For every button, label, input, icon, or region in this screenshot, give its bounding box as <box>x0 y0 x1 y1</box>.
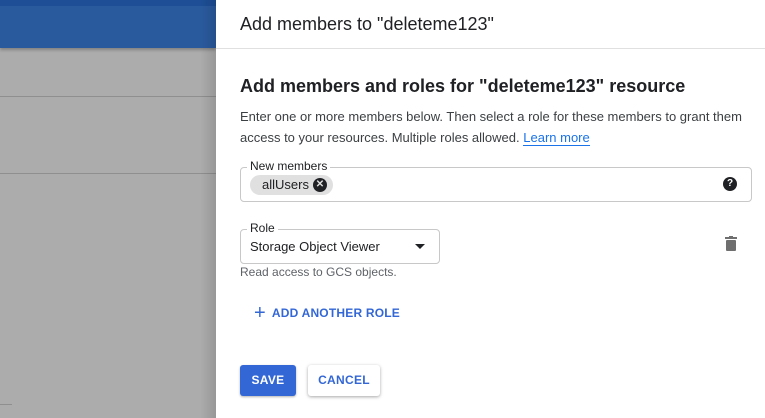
role-label: Role <box>247 221 278 235</box>
role-value: Storage Object Viewer <box>250 239 380 254</box>
description: Enter one or more members below. Then se… <box>240 106 750 148</box>
add-members-panel: Add members to "deleteme123" Add members… <box>216 0 765 418</box>
divider <box>0 404 12 405</box>
panel-title: Add members to "deleteme123" <box>240 14 494 34</box>
chip-label: allUsers <box>262 177 309 192</box>
save-button[interactable]: SAVE <box>240 365 296 396</box>
plus-icon: + <box>254 302 266 324</box>
role-hint: Read access to GCS objects. <box>240 265 397 279</box>
cancel-button[interactable]: CANCEL <box>308 365 380 396</box>
new-members-label: New members <box>247 159 331 173</box>
divider <box>0 96 216 97</box>
description-text: Enter one or more members below. Then se… <box>240 109 742 145</box>
dropdown-arrow-icon <box>415 244 425 249</box>
new-members-input[interactable]: New members allUsers ✕ ? <box>240 159 752 202</box>
learn-more-link[interactable]: Learn more <box>523 130 590 146</box>
help-icon[interactable]: ? <box>723 177 737 191</box>
section-heading: Add members and roles for "deleteme123" … <box>240 76 686 96</box>
trash-icon[interactable] <box>725 236 737 251</box>
divider <box>216 48 765 49</box>
member-chip: allUsers ✕ <box>250 175 333 195</box>
close-circle-icon[interactable]: ✕ <box>312 178 327 192</box>
add-another-role-button[interactable]: + ADD ANOTHER ROLE <box>254 302 400 324</box>
modal-backdrop[interactable] <box>0 0 216 418</box>
panel-shadow <box>200 0 216 418</box>
role-select[interactable]: Role Storage Object Viewer <box>240 221 440 264</box>
app-header-dimmed <box>0 0 216 48</box>
divider <box>0 173 216 174</box>
add-role-label: ADD ANOTHER ROLE <box>271 306 400 320</box>
